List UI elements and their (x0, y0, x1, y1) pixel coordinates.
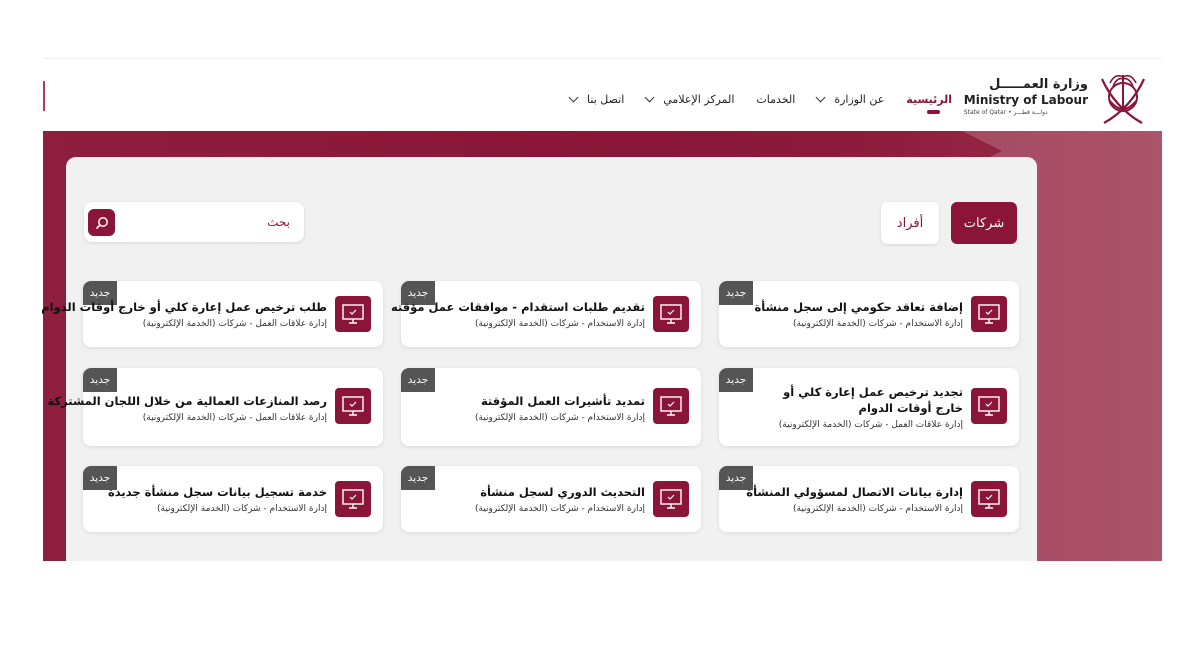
chevron-down-icon (815, 92, 826, 103)
card-subtitle: إدارة الاستخدام - شركات (الخدمة الإلكترو… (475, 413, 645, 423)
card-subtitle: إدارة علاقات العمل - شركات (الخدمة الإلك… (142, 413, 327, 423)
card-subtitle: إدارة الاستخدام - شركات (الخدمة الإلكترو… (157, 504, 327, 514)
qatar-emblem-icon (1100, 74, 1146, 124)
nav-item-contact[interactable]: اتصل بنا (568, 92, 625, 106)
card-title: طلب ترخيص عمل إعارة كلي أو خارج أوقات ال… (41, 300, 327, 314)
tab-companies[interactable]: شركات (951, 202, 1017, 244)
card-subtitle: إدارة علاقات العمل - شركات (الخدمة الإلك… (142, 319, 327, 329)
logo-title-ar: وزارة العمـــــل (989, 77, 1088, 92)
nav-item-label: المركز الإعلامي (663, 93, 735, 106)
monitor-check-icon (335, 296, 371, 332)
card-title: تقديم طلبات استقدام - موافقات عمل مؤقته (390, 300, 645, 314)
logo-text: وزارة العمـــــل Ministry of Labour Stat… (964, 77, 1088, 117)
chevron-down-icon (644, 92, 655, 103)
card-subtitle: إدارة الاستخدام - شركات (الخدمة الإلكترو… (793, 319, 963, 329)
nav-item-label: اتصل بنا (587, 93, 625, 106)
monitor-check-icon (653, 481, 689, 517)
new-badge: جديد (401, 466, 435, 490)
card-title: تمديد تأشيرات العمل المؤقتة (480, 394, 645, 408)
active-nav-indicator (927, 110, 940, 114)
nav-item-services[interactable]: الخدمات (756, 93, 795, 106)
nav-item-label: الرئيسية (906, 93, 952, 106)
service-card[interactable]: جديد تمديد تأشيرات العمل المؤقتة إدارة ا… (401, 368, 701, 446)
monitor-check-icon (653, 296, 689, 332)
service-card[interactable]: جديد تجديد ترخيص عمل إعارة كلي أو خارج أ… (719, 368, 1019, 446)
nav-item-about[interactable]: عن الوزارة (815, 92, 885, 106)
service-card[interactable]: جديد خدمة تسجيل بيانات سجل منشأة جديدة إ… (83, 466, 383, 532)
card-title: رصد المنازعات العمالية من خلال اللجان ال… (47, 394, 327, 408)
card-title: إضافة تعاقد حكومي إلى سجل منشأة (754, 300, 963, 314)
service-card[interactable]: جديد إضافة تعاقد حكومي إلى سجل منشأة إدا… (719, 281, 1019, 347)
nav-item-label: الخدمات (756, 93, 796, 106)
logo-subtitle: State of Qatar • دولـــة قطـــر (963, 109, 1048, 116)
monitor-check-icon (335, 481, 371, 517)
new-badge: جديد (401, 368, 435, 392)
service-card[interactable]: جديد التحديث الدوري لسجل منشأة إدارة الا… (401, 466, 701, 532)
card-title: التحديث الدوري لسجل منشأة (480, 485, 645, 499)
card-subtitle: إدارة الاستخدام - شركات (الخدمة الإلكترو… (475, 504, 645, 514)
card-title: إدارة بيانات الاتصال لمسؤولي المنشأة (746, 485, 963, 499)
monitor-check-icon (971, 296, 1007, 332)
search-input[interactable] (120, 202, 298, 242)
nav-item-media-center[interactable]: المركز الإعلامي (644, 92, 735, 106)
service-card[interactable]: جديد إدارة بيانات الاتصال لمسؤولي المنشأ… (719, 466, 1019, 532)
site-header: وزارة العمـــــل Ministry of Labour Stat… (43, 58, 1162, 132)
monitor-check-icon (971, 388, 1007, 424)
search-button[interactable] (88, 209, 115, 236)
new-badge: جديد (719, 281, 753, 305)
service-card[interactable]: جديد تقديم طلبات استقدام - موافقات عمل م… (391, 281, 701, 347)
card-subtitle: إدارة الاستخدام - شركات (الخدمة الإلكترو… (793, 504, 963, 514)
monitor-check-icon (653, 388, 689, 424)
search-icon (95, 216, 108, 229)
nav-item-home[interactable]: الرئيسية (906, 93, 952, 106)
logo-title-en: Ministry of Labour (963, 93, 1088, 107)
service-card[interactable]: جديد رصد المنازعات العمالية من خلال اللج… (47, 368, 383, 446)
monitor-check-icon (971, 481, 1007, 517)
card-title: تجديد ترخيص عمل إعارة كلي أو خارج أوقات … (783, 385, 963, 415)
main-nav: الرئيسية عن الوزارة الخدمات المركز الإعل… (568, 92, 952, 106)
page: وزارة العمـــــل Ministry of Labour Stat… (0, 0, 1200, 672)
search-box (84, 202, 304, 242)
header-accent-bar (43, 81, 45, 111)
new-badge: جديد (719, 368, 753, 392)
new-badge: جديد (83, 368, 117, 392)
ministry-logo[interactable]: وزارة العمـــــل Ministry of Labour Stat… (964, 65, 1150, 129)
monitor-check-icon (335, 388, 371, 424)
card-subtitle: إدارة علاقات العمل - شركات (الخدمة الإلك… (778, 420, 963, 430)
service-card[interactable]: جديد طلب ترخيص عمل إعارة كلي أو خارج أوق… (41, 281, 383, 347)
card-title: خدمة تسجيل بيانات سجل منشأة جديدة (108, 485, 327, 499)
nav-item-label: عن الوزارة (834, 93, 885, 106)
card-subtitle: إدارة الاستخدام - شركات (الخدمة الإلكترو… (475, 319, 645, 329)
chevron-down-icon (568, 92, 579, 103)
tab-individuals[interactable]: أفراد (881, 202, 939, 244)
